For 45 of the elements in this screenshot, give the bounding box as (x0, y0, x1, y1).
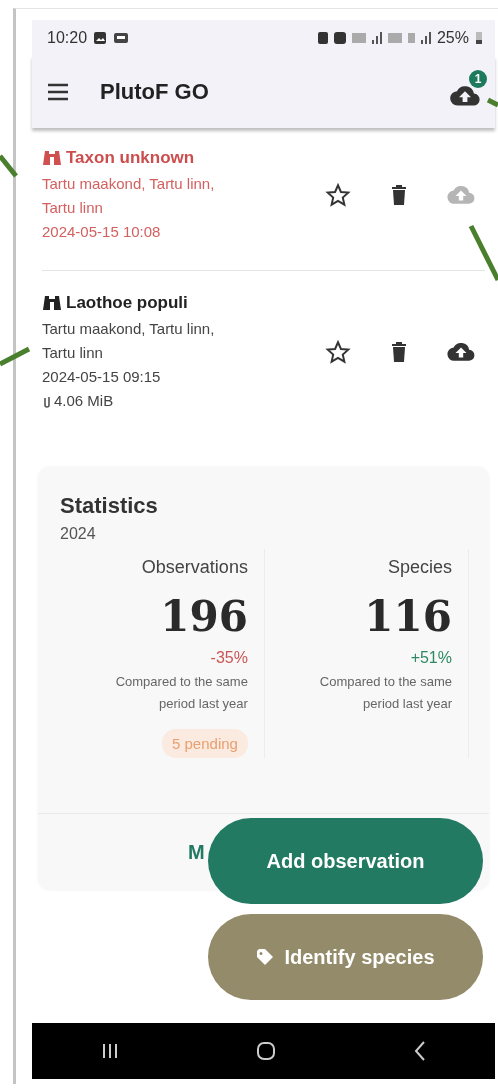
battery-icon (475, 31, 483, 45)
signal-icon (420, 32, 431, 44)
date-text: 2024-05-15 09:15 (42, 367, 162, 387)
stat-label: Species (387, 557, 452, 578)
image-icon (93, 31, 108, 45)
home-icon[interactable] (255, 1040, 278, 1062)
signal-icon (371, 32, 382, 44)
leader-line (468, 224, 498, 282)
comparison-note: Compared to the same period last year (318, 673, 452, 713)
leader-line (486, 97, 498, 108)
trash-icon[interactable] (391, 341, 407, 363)
cloud-upload-icon[interactable] (447, 341, 475, 363)
location-text: Tartu maakond, Tartu linn, Tartu linn (42, 174, 216, 218)
app-title: PlutoF GO (100, 79, 210, 105)
count-badge: 1 (469, 70, 487, 88)
taxon-name: Taxon unknown (66, 147, 195, 169)
menu-icon[interactable] (46, 83, 70, 101)
card-title: Statistics (60, 493, 159, 519)
stat-value: 196 (160, 592, 248, 641)
binoculars-icon (42, 294, 62, 312)
back-icon[interactable] (413, 1040, 428, 1062)
stat-value: 116 (364, 592, 452, 641)
comparison-note: Compared to the same period last year (114, 673, 248, 713)
add-observation-button[interactable]: Add observation (208, 818, 483, 904)
star-icon[interactable] (325, 339, 351, 365)
status-time: 10:20 (47, 29, 88, 47)
star-icon[interactable] (325, 182, 351, 208)
leader-line (0, 346, 31, 367)
trash-icon[interactable] (391, 184, 407, 206)
location-text: Tartu maakond, Tartu linn, Tartu linn (42, 319, 216, 363)
file-size: 4.06 MiB (54, 391, 114, 411)
pending-badge: 5 pending (162, 729, 248, 758)
change-percent: -35% (210, 649, 248, 667)
cloud-upload-icon[interactable] (449, 84, 481, 108)
leader-line (0, 154, 18, 178)
date-text: 2024-05-15 10:08 (42, 222, 162, 242)
identify-button[interactable]: Identify species (208, 914, 483, 1000)
more-link[interactable]: M (188, 840, 205, 864)
stat-label: Observations (141, 557, 248, 578)
year-label: 2024 (60, 525, 97, 543)
tag-icon (256, 948, 275, 966)
battery-percent: 25% (436, 29, 469, 47)
taxon-name: Laothoe populi (66, 292, 188, 314)
change-percent: +51% (410, 649, 452, 667)
binoculars-icon (42, 149, 62, 167)
